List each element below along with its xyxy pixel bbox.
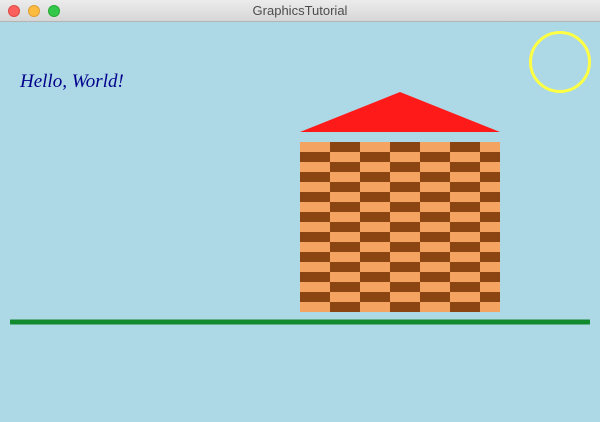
brick bbox=[420, 252, 450, 262]
brick bbox=[420, 232, 450, 242]
brick bbox=[330, 282, 360, 292]
brick bbox=[300, 272, 330, 282]
brick bbox=[390, 202, 420, 212]
brick bbox=[420, 292, 450, 302]
brick bbox=[480, 192, 500, 202]
brick bbox=[450, 162, 480, 172]
brick bbox=[480, 212, 500, 222]
brick bbox=[450, 282, 480, 292]
brick bbox=[330, 202, 360, 212]
brick bbox=[330, 242, 360, 252]
brick bbox=[480, 152, 500, 162]
brick bbox=[390, 262, 420, 272]
brick bbox=[480, 172, 500, 182]
brick bbox=[390, 302, 420, 312]
brick bbox=[360, 172, 390, 182]
brick bbox=[450, 182, 480, 192]
brick bbox=[300, 252, 330, 262]
brick bbox=[360, 252, 390, 262]
brick bbox=[360, 212, 390, 222]
brick bbox=[330, 302, 360, 312]
brick bbox=[420, 272, 450, 282]
brick bbox=[450, 222, 480, 232]
brick bbox=[450, 262, 480, 272]
brick bbox=[390, 182, 420, 192]
brick bbox=[420, 172, 450, 182]
brick bbox=[330, 162, 360, 172]
brick bbox=[360, 152, 390, 162]
brick bbox=[300, 212, 330, 222]
app-window: GraphicsTutorial Hello, World! bbox=[0, 0, 600, 422]
brick bbox=[360, 232, 390, 242]
brick bbox=[390, 282, 420, 292]
brick bbox=[420, 152, 450, 162]
brick bbox=[300, 232, 330, 242]
brick bbox=[480, 292, 500, 302]
brick bbox=[300, 192, 330, 202]
brick bbox=[390, 162, 420, 172]
brick bbox=[330, 262, 360, 272]
brick bbox=[480, 252, 500, 262]
title-bar: GraphicsTutorial bbox=[0, 0, 600, 22]
brick bbox=[330, 142, 360, 152]
brick bbox=[360, 192, 390, 202]
brick bbox=[300, 172, 330, 182]
brick bbox=[390, 222, 420, 232]
brick bbox=[390, 242, 420, 252]
brick bbox=[300, 152, 330, 162]
greeting-text: Hello, World! bbox=[19, 71, 124, 92]
graphics-canvas: Hello, World! bbox=[0, 22, 600, 422]
brick bbox=[330, 222, 360, 232]
house-brick-wall bbox=[300, 142, 500, 312]
brick bbox=[420, 192, 450, 202]
brick bbox=[480, 232, 500, 242]
brick bbox=[390, 142, 420, 152]
brick bbox=[450, 302, 480, 312]
brick bbox=[450, 202, 480, 212]
brick bbox=[420, 212, 450, 222]
brick bbox=[300, 292, 330, 302]
brick bbox=[360, 292, 390, 302]
window-title: GraphicsTutorial bbox=[252, 3, 348, 18]
brick bbox=[330, 182, 360, 192]
brick bbox=[480, 272, 500, 282]
brick bbox=[450, 142, 480, 152]
brick bbox=[450, 242, 480, 252]
brick bbox=[360, 272, 390, 282]
